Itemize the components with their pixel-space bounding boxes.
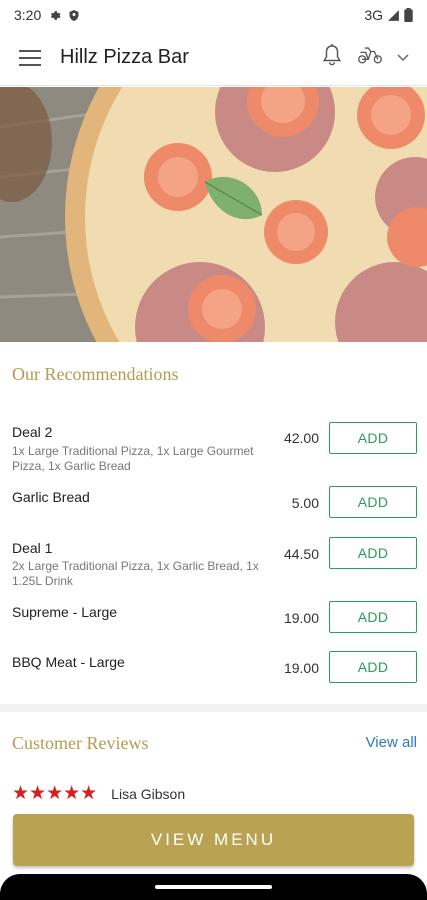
- app-title: Hillz Pizza Bar: [60, 46, 189, 68]
- add-button[interactable]: ADD: [329, 537, 417, 569]
- gear-icon: [48, 9, 61, 22]
- item-price: 5.00: [291, 495, 319, 511]
- item-name: BBQ Meat - Large: [12, 654, 125, 670]
- signal-icon: [387, 9, 400, 22]
- review-item: ★★★★★ Lisa Gibson: [12, 784, 185, 803]
- view-all-link[interactable]: View all: [366, 734, 417, 751]
- item-name: Deal 1: [12, 540, 53, 556]
- item-description: 2x Large Traditional Pizza, 1x Garlic Br…: [12, 559, 259, 588]
- reviews-title: Customer Reviews: [12, 733, 149, 753]
- add-button[interactable]: ADD: [329, 651, 417, 683]
- section-divider: [0, 704, 427, 712]
- item-name: Deal 2: [12, 424, 53, 440]
- item-price: 19.00: [283, 610, 319, 626]
- item-name: Garlic Bread: [12, 489, 90, 505]
- scooter-icon[interactable]: [357, 45, 383, 70]
- item-price: 19.00: [283, 660, 319, 676]
- system-nav-bar: [0, 874, 427, 900]
- home-gesture-handle[interactable]: [155, 885, 272, 889]
- chevron-down-icon[interactable]: [397, 49, 409, 67]
- item-name: Supreme - Large: [12, 604, 118, 620]
- network-type: 3G: [364, 7, 383, 23]
- recommendations-title: Our Recommendations: [12, 364, 179, 384]
- app-bar: Hillz Pizza Bar: [0, 30, 427, 86]
- add-button[interactable]: ADD: [329, 601, 417, 633]
- add-button[interactable]: ADD: [329, 486, 417, 518]
- item-price: 44.50: [283, 546, 319, 562]
- status-time: 3:20: [14, 7, 42, 23]
- view-menu-button[interactable]: VIEW MENU: [13, 814, 414, 866]
- reviewer-name: Lisa Gibson: [111, 785, 186, 802]
- shield-icon: [68, 9, 80, 22]
- item-price: 42.00: [283, 430, 319, 446]
- status-bar: 3:20 3G: [0, 0, 427, 30]
- hero-pizza-image: [0, 87, 427, 342]
- item-description: 1x Large Traditional Pizza, 1x Large Gou…: [12, 444, 254, 473]
- add-button[interactable]: ADD: [329, 422, 417, 454]
- bell-icon[interactable]: [321, 43, 343, 72]
- hamburger-menu-icon[interactable]: [0, 30, 60, 86]
- battery-icon: [404, 8, 413, 22]
- star-rating: ★★★★★: [12, 783, 98, 804]
